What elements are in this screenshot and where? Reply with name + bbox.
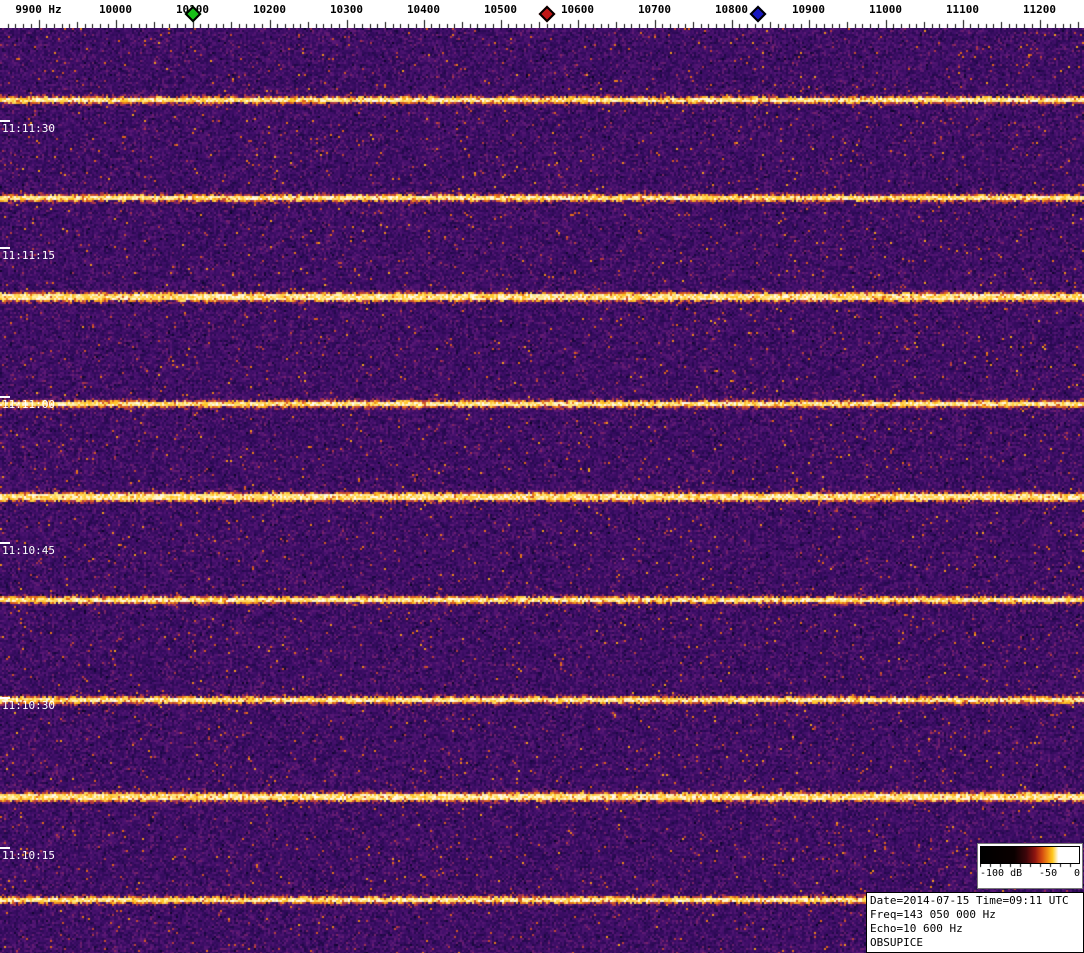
blue-marker-diamond[interactable] bbox=[749, 5, 767, 23]
legend-label-max: 0 bbox=[1073, 868, 1080, 879]
frequency-ruler: 9900 Hz100001010010200103001040010500106… bbox=[0, 0, 1084, 28]
info-line-date-time: Date=2014-07-15 Time=09:11 UTC bbox=[870, 894, 1069, 907]
legend-label-min: -100 dB bbox=[980, 868, 1023, 879]
legend-color-gradient bbox=[980, 846, 1080, 864]
observation-info-box: Date=2014-07-15 Time=09:11 UTC Freq=143 … bbox=[866, 892, 1084, 953]
info-line-echo: Echo=10 600 Hz bbox=[870, 922, 963, 935]
spectrogram-waterfall-canvas[interactable] bbox=[0, 28, 1084, 953]
legend-label-mid: -50 bbox=[1039, 868, 1058, 879]
info-line-station: OBSUPICE bbox=[870, 936, 923, 949]
frequency-markers-layer bbox=[0, 0, 1084, 28]
intensity-legend: -100 dB -50 0 bbox=[977, 843, 1083, 889]
green-marker-diamond[interactable] bbox=[184, 5, 201, 23]
info-line-frequency: Freq=143 050 000 Hz bbox=[870, 908, 996, 921]
red-marker-diamond[interactable] bbox=[538, 5, 556, 23]
legend-labels: -100 dB -50 0 bbox=[978, 868, 1082, 879]
